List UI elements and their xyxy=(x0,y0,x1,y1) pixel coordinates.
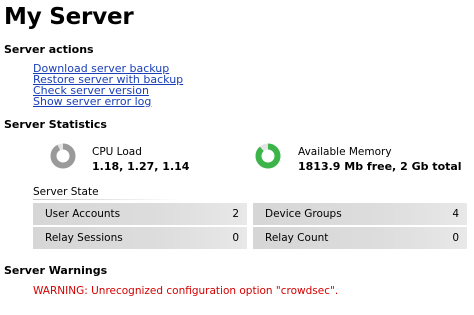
show-error-log-link[interactable]: Show server error log xyxy=(33,96,183,107)
server-statistics-heading: Server Statistics xyxy=(4,118,107,131)
stat-row-user-accounts: User Accounts 2 xyxy=(33,203,247,225)
stat-name: Relay Sessions xyxy=(45,232,123,244)
available-memory-label: Available Memory xyxy=(298,146,392,158)
stat-name: Relay Count xyxy=(265,232,329,244)
stat-row-relay-sessions: Relay Sessions 0 xyxy=(33,227,247,249)
server-actions-list: Download server backup Restore server wi… xyxy=(33,63,183,107)
stat-row-device-groups: Device Groups 4 xyxy=(253,203,467,225)
cpu-load-value: 1.18, 1.27, 1.14 xyxy=(92,160,190,173)
cpu-load-label: CPU Load xyxy=(92,146,142,158)
server-actions-heading: Server actions xyxy=(4,43,94,56)
stat-count: 2 xyxy=(232,208,239,220)
stat-count: 0 xyxy=(452,232,459,244)
memory-total: 2 Gb total xyxy=(400,160,462,173)
server-warnings-heading: Server Warnings xyxy=(4,264,108,277)
stat-name: User Accounts xyxy=(45,208,121,220)
stat-count: 0 xyxy=(232,232,239,244)
stat-row-relay-count: Relay Count 0 xyxy=(253,227,467,249)
stat-name: Device Groups xyxy=(265,208,342,220)
server-state-title: Server State xyxy=(33,186,99,198)
memory-gauge-icon xyxy=(254,142,282,170)
warning-message: WARNING: Unrecognized configuration opti… xyxy=(33,285,339,297)
page-title: My Server xyxy=(4,4,134,30)
stat-count: 4 xyxy=(452,208,459,220)
cpu-load-gauge-icon xyxy=(49,142,77,170)
memory-free: 1813.9 Mb free, xyxy=(298,160,397,173)
available-memory-value: 1813.9 Mb free, 2 Gb total xyxy=(298,160,462,173)
server-state-divider xyxy=(33,199,180,200)
